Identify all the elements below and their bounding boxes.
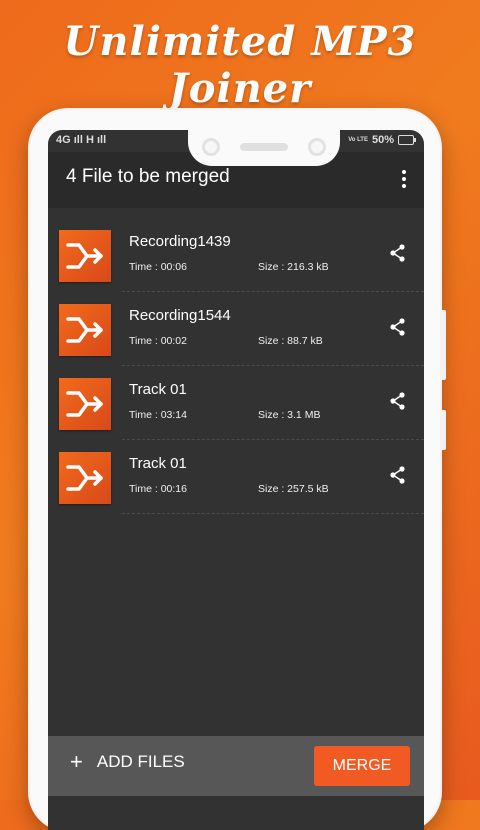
share-icon[interactable]: [390, 244, 406, 267]
plus-icon: +: [70, 749, 83, 774]
battery-icon: [398, 135, 416, 145]
file-duration: Time : 00:02: [129, 335, 187, 347]
list-item[interactable]: Track 01 Time : 00:16 Size : 257.5 kB: [48, 440, 424, 514]
share-icon[interactable]: [390, 318, 406, 341]
power-button: [441, 410, 446, 450]
camera-notch: [188, 130, 340, 166]
battery-percent: 50%: [371, 134, 394, 146]
camera-icon: [202, 138, 220, 156]
sensor-icon: [308, 138, 326, 156]
merge-file-icon: [59, 378, 111, 430]
merge-file-icon: [59, 304, 111, 356]
share-icon[interactable]: [390, 466, 406, 489]
list-item[interactable]: Recording1544 Time : 00:02 Size : 88.7 kB: [48, 292, 424, 366]
phone-frame: 4G ıll H ıll Vo LTE 50% 4 File to be mer…: [30, 110, 446, 830]
merge-file-icon: [59, 230, 111, 282]
volume-button: [441, 310, 446, 380]
file-size: Size : 3.1 MB: [258, 409, 321, 421]
more-vert-icon[interactable]: [396, 170, 412, 190]
row-divider: [122, 513, 424, 514]
list-item[interactable]: Recording1439 Time : 00:06 Size : 216.3 kB: [48, 218, 424, 292]
merge-file-icon: [59, 452, 111, 504]
bottom-action-bar: + ADD FILES MERGE: [48, 736, 424, 796]
file-duration: Time : 03:14: [129, 409, 187, 421]
file-name: Track 01: [129, 381, 187, 398]
add-files-label: ADD FILES: [96, 752, 185, 771]
page-title: 4 File to be merged: [66, 166, 230, 187]
file-duration: Time : 00:06: [129, 261, 187, 273]
volte-indicator: Vo LTE: [348, 137, 368, 143]
merge-button[interactable]: MERGE: [314, 746, 410, 786]
file-name: Recording1544: [129, 307, 231, 324]
file-duration: Time : 00:16: [129, 483, 187, 495]
file-list: Recording1439 Time : 00:06 Size : 216.3 kB…: [48, 218, 424, 514]
add-files-button[interactable]: + ADD FILES: [70, 749, 185, 774]
file-size: Size : 88.7 kB: [258, 335, 323, 347]
file-size: Size : 257.5 kB: [258, 483, 329, 495]
signal-indicator: 4G ıll H ıll: [56, 134, 107, 146]
file-name: Track 01: [129, 455, 187, 472]
promo-title: Unlimited MP3 Joiner: [63, 18, 417, 112]
file-size: Size : 216.3 kB: [258, 261, 329, 273]
file-name: Recording1439: [129, 233, 231, 250]
share-icon[interactable]: [390, 392, 406, 415]
speaker-grille: [240, 143, 288, 151]
list-item[interactable]: Track 01 Time : 03:14 Size : 3.1 MB: [48, 366, 424, 440]
app-screen: 4G ıll H ıll Vo LTE 50% 4 File to be mer…: [48, 130, 424, 830]
